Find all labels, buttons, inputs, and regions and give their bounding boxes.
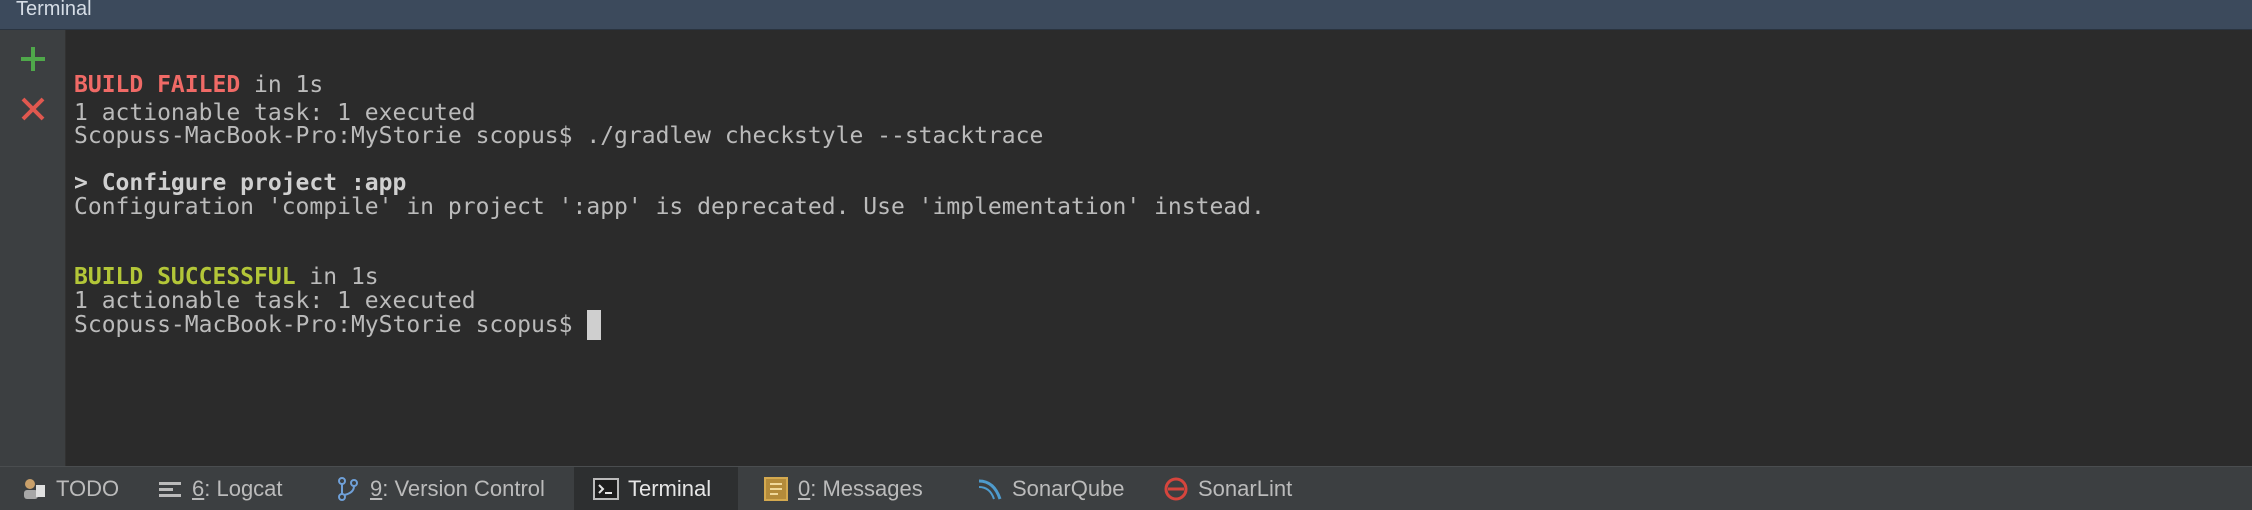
terminal-output[interactable]: BUILD FAILED in 1s 1 actionable task: 1 … <box>74 30 2244 466</box>
sonarlint-icon <box>1162 475 1190 503</box>
terminal-side-toolbar <box>0 30 66 466</box>
tab-messages[interactable]: 0: Messages <box>756 467 929 510</box>
build-failed-label: BUILD FAILED <box>74 72 241 98</box>
todo-icon <box>20 475 48 503</box>
logcat-icon <box>156 475 184 503</box>
close-icon <box>21 97 45 121</box>
new-session-button[interactable] <box>16 42 50 76</box>
tab-sonarlint[interactable]: SonarLint <box>1156 467 1298 510</box>
tool-window-title: Terminal <box>16 0 92 20</box>
tool-window-header: Terminal <box>0 0 2252 30</box>
version-control-icon <box>334 475 362 503</box>
tool-window-bar: TODO 6: Logcat 9: Version Control Termin… <box>0 466 2252 510</box>
tab-todo[interactable]: TODO <box>14 467 125 510</box>
terminal-icon <box>592 475 620 503</box>
terminal-cursor <box>586 310 601 340</box>
terminal-line: Scopuss-MacBook-Pro:MyStorie scopus$ ./g… <box>74 123 1044 149</box>
close-session-button[interactable] <box>16 92 50 126</box>
tab-terminal[interactable]: Terminal <box>574 467 738 510</box>
tab-sonarqube[interactable]: SonarQube <box>970 467 1131 510</box>
terminal-prompt-line: Scopuss-MacBook-Pro:MyStorie scopus$ <box>74 310 601 340</box>
terminal-line: BUILD FAILED in 1s <box>74 72 324 98</box>
tab-logcat[interactable]: 6: Logcat <box>150 467 289 510</box>
messages-icon <box>762 475 790 503</box>
shell-prompt: Scopuss-MacBook-Pro:MyStorie scopus$ <box>74 312 573 338</box>
terminal-line: Configuration 'compile' in project ':app… <box>74 194 1265 220</box>
tab-version-control[interactable]: 9: Version Control <box>328 467 551 510</box>
plus-icon <box>21 47 45 71</box>
sonarqube-icon <box>976 475 1004 503</box>
